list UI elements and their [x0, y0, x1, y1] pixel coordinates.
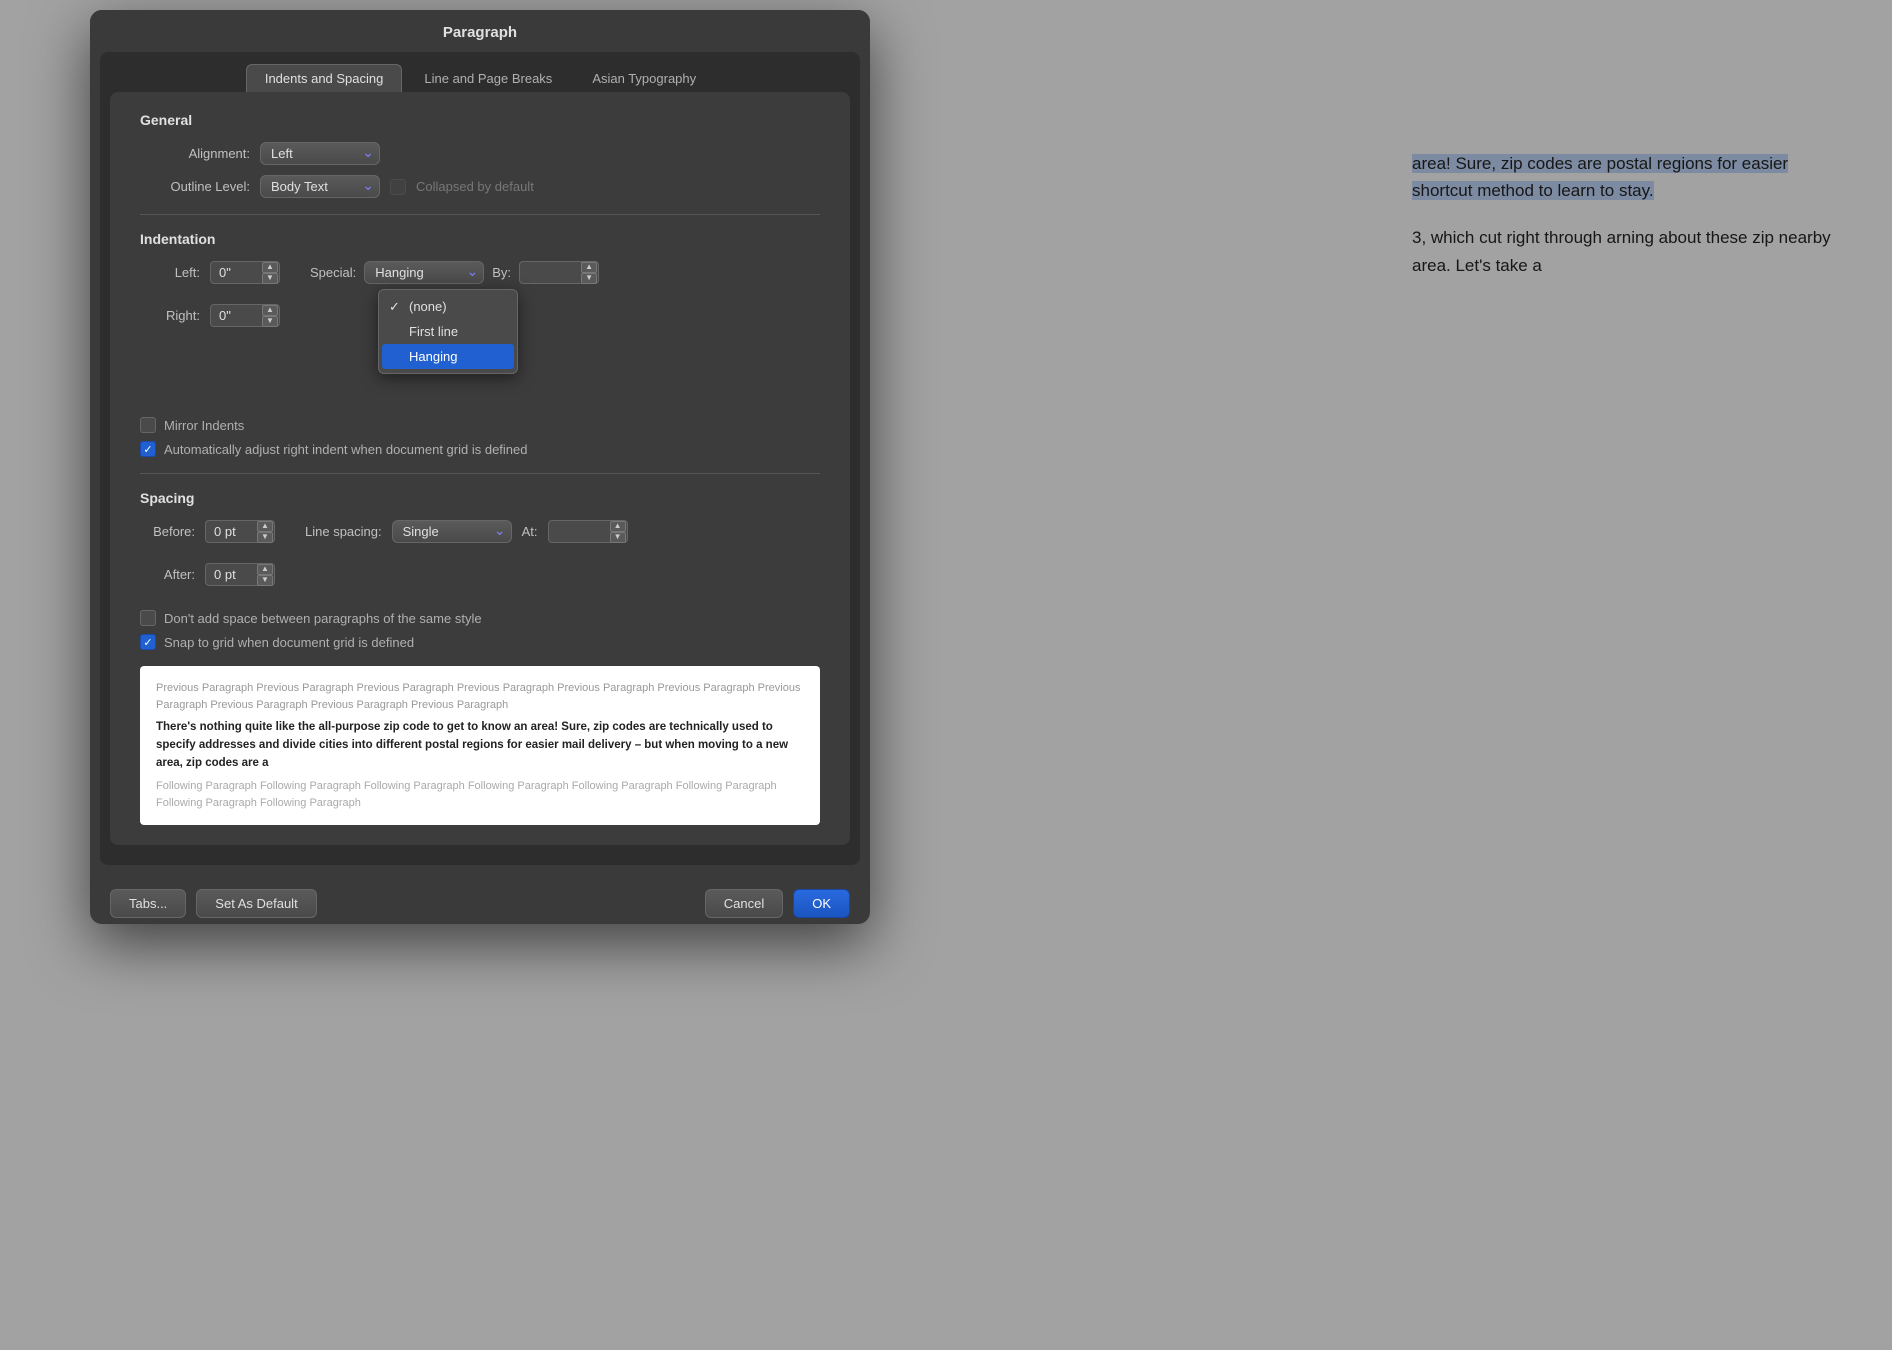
indent-left-stepper: ▲ ▼	[210, 261, 280, 284]
after-label: After:	[140, 567, 195, 582]
no-space-checkbox[interactable]	[140, 610, 156, 626]
mirror-row: Mirror Indents	[140, 417, 820, 433]
at-stepper: ▲ ▼	[548, 520, 628, 543]
indent-left-up[interactable]: ▲	[262, 262, 278, 273]
indentation-divider	[140, 473, 820, 474]
dropdown-item-none[interactable]: (none)	[379, 294, 517, 319]
preview-current-text: There's nothing quite like the all-purpo…	[156, 719, 804, 772]
indent-right-stepper: ▲ ▼	[210, 304, 280, 327]
tab-linebreaks[interactable]: Line and Page Breaks	[406, 64, 570, 92]
by-arrows: ▲ ▼	[581, 261, 597, 285]
ok-button[interactable]: OK	[793, 889, 850, 918]
snap-grid-checkbox[interactable]	[140, 634, 156, 650]
general-divider	[140, 214, 820, 215]
dialog-body: Indents and Spacing Line and Page Breaks…	[100, 52, 860, 865]
spacing-before-row: Before: ▲ ▼	[140, 520, 275, 543]
indent-left-row: Left: ▲ ▼	[140, 261, 280, 284]
spacing-after-row: After: ▲ ▼	[140, 563, 275, 586]
by-stepper: ▲ ▼	[519, 261, 599, 284]
auto-adjust-checkbox[interactable]	[140, 441, 156, 457]
special-dropdown-menu: (none) First line Hanging	[378, 289, 518, 374]
before-label: Before:	[140, 524, 195, 539]
auto-adjust-row: Automatically adjust right indent when d…	[140, 441, 820, 457]
by-label: By:	[492, 265, 511, 280]
at-up[interactable]: ▲	[610, 521, 626, 532]
tabs-button[interactable]: Tabs...	[110, 889, 186, 918]
outline-select[interactable]: Body Text Level 1 Level 2 Level 3	[260, 175, 380, 198]
at-label: At:	[522, 524, 538, 539]
line-spacing-select[interactable]: Single 1.5 lines Double At least Exactly…	[392, 520, 512, 543]
indent-left-arrows: ▲ ▼	[262, 261, 278, 285]
after-stepper: ▲ ▼	[205, 563, 275, 586]
set-default-button[interactable]: Set As Default	[196, 889, 316, 918]
after-up[interactable]: ▲	[257, 564, 273, 575]
dropdown-item-hanging[interactable]: Hanging	[382, 344, 514, 369]
dialog-titlebar: Paragraph	[90, 10, 870, 52]
special-label: Special:	[310, 265, 356, 280]
preview-next-text: Following Paragraph Following Paragraph …	[156, 778, 804, 811]
dialog-title: Paragraph	[443, 24, 517, 41]
indent-right-up[interactable]: ▲	[262, 305, 278, 316]
before-stepper: ▲ ▼	[205, 520, 275, 543]
mirror-label: Mirror Indents	[164, 418, 244, 433]
before-arrows: ▲ ▼	[257, 520, 273, 544]
special-select[interactable]: (none) First line Hanging	[364, 261, 484, 284]
special-select-wrapper: (none) First line Hanging	[364, 261, 484, 284]
at-down[interactable]: ▼	[610, 532, 626, 543]
dropdown-item-firstline[interactable]: First line	[379, 319, 517, 344]
at-arrows: ▲ ▼	[610, 520, 626, 544]
tab-bar: Indents and Spacing Line and Page Breaks…	[100, 52, 860, 92]
indent-right-label: Right:	[140, 308, 200, 323]
cancel-button[interactable]: Cancel	[705, 889, 783, 918]
dialog-footer: Tabs... Set As Default Cancel OK	[90, 875, 870, 924]
snap-grid-label: Snap to grid when document grid is defin…	[164, 635, 414, 650]
outline-select-wrapper: Body Text Level 1 Level 2 Level 3	[260, 175, 380, 198]
indentation-section-header: Indentation	[140, 231, 820, 247]
snap-grid-row: Snap to grid when document grid is defin…	[140, 634, 820, 650]
after-arrows: ▲ ▼	[257, 563, 273, 587]
mirror-checkbox[interactable]	[140, 417, 156, 433]
line-spacing-label: Line spacing:	[305, 524, 382, 539]
indent-right-down[interactable]: ▼	[262, 316, 278, 327]
by-down[interactable]: ▼	[581, 273, 597, 284]
alignment-select-wrapper: Left Center Right Justified	[260, 142, 380, 165]
indent-right-row: Right: ▲ ▼	[140, 304, 280, 327]
outline-label: Outline Level:	[140, 179, 250, 194]
no-space-row: Don't add space between paragraphs of th…	[140, 610, 820, 626]
general-section-header: General	[140, 112, 820, 128]
footer-left-buttons: Tabs... Set As Default	[110, 889, 317, 918]
line-spacing-select-wrapper: Single 1.5 lines Double At least Exactly…	[392, 520, 512, 543]
alignment-label: Alignment:	[140, 146, 250, 161]
alignment-row: Alignment: Left Center Right Justified	[140, 142, 820, 165]
footer-right-buttons: Cancel OK	[705, 889, 850, 918]
indent-left-down[interactable]: ▼	[262, 273, 278, 284]
alignment-select[interactable]: Left Center Right Justified	[260, 142, 380, 165]
special-row: Special: (none) First line Hanging By:	[310, 261, 599, 284]
paragraph-dialog: Paragraph Indents and Spacing Line and P…	[90, 10, 870, 924]
outline-row: Outline Level: Body Text Level 1 Level 2…	[140, 175, 820, 198]
tab-content-indents: General Alignment: Left Center Right Jus…	[110, 92, 850, 845]
indent-left-label: Left:	[140, 265, 200, 280]
collapsed-label: Collapsed by default	[416, 179, 534, 194]
after-down[interactable]: ▼	[257, 575, 273, 586]
before-down[interactable]: ▼	[257, 532, 273, 543]
by-up[interactable]: ▲	[581, 262, 597, 273]
before-up[interactable]: ▲	[257, 521, 273, 532]
preview-prev-text: Previous Paragraph Previous Paragraph Pr…	[156, 680, 804, 713]
tab-asian[interactable]: Asian Typography	[574, 64, 714, 92]
spacing-section-header: Spacing	[140, 490, 820, 506]
tab-indents[interactable]: Indents and Spacing	[246, 64, 403, 92]
indent-right-arrows: ▲ ▼	[262, 304, 278, 328]
auto-adjust-label: Automatically adjust right indent when d…	[164, 442, 528, 457]
no-space-label: Don't add space between paragraphs of th…	[164, 611, 482, 626]
preview-box: Previous Paragraph Previous Paragraph Pr…	[140, 666, 820, 825]
collapsed-checkbox[interactable]	[390, 179, 406, 195]
